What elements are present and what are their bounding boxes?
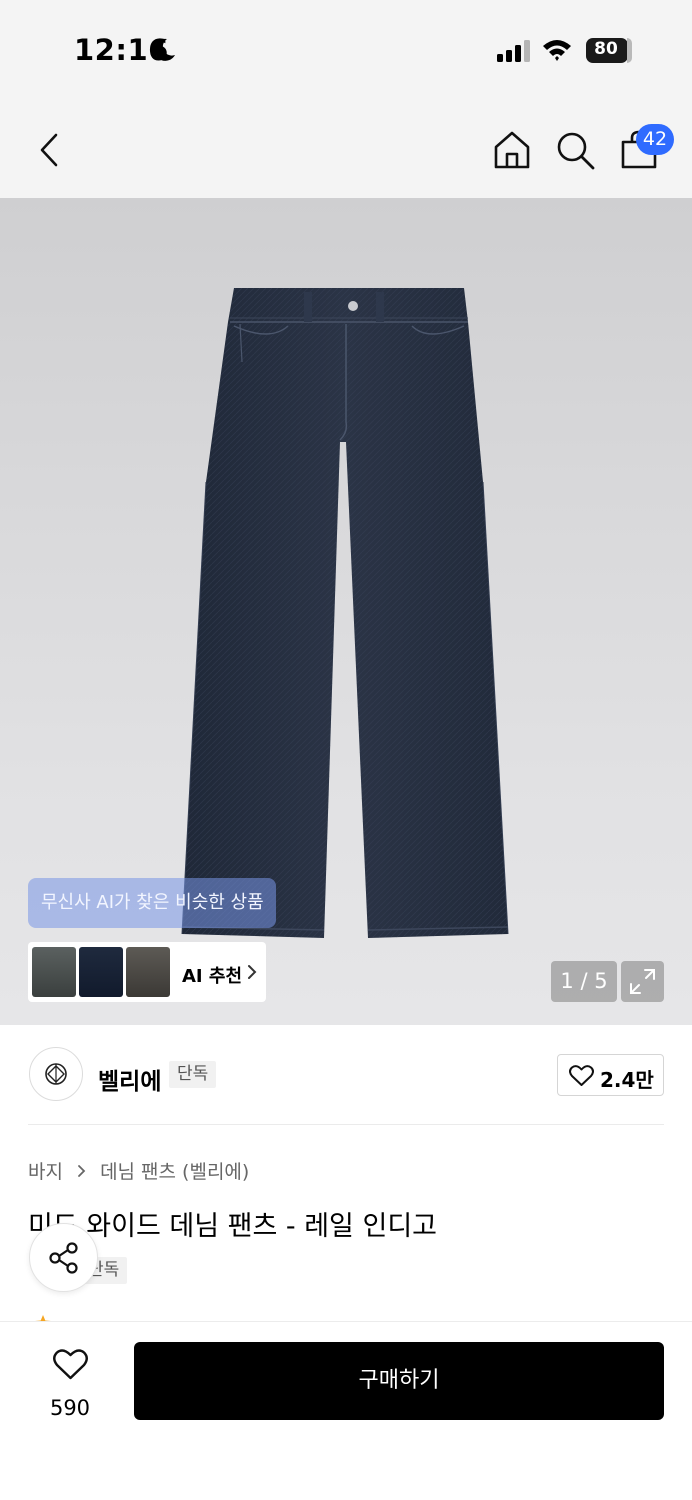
home-icon[interactable] xyxy=(492,130,532,170)
breadcrumb: 바지 데님 팬츠 (벨리에) xyxy=(28,1157,249,1184)
brand-name[interactable]: 벨리에 xyxy=(98,1062,161,1096)
heart-icon xyxy=(53,1349,88,1380)
expand-icon xyxy=(630,969,655,994)
breadcrumb-category[interactable]: 바지 xyxy=(28,1161,63,1183)
back-icon[interactable] xyxy=(36,132,62,168)
wifi-icon xyxy=(543,40,571,61)
ai-similar-tooltip: 무신사 AI가 찾은 비슷한 상품 xyxy=(28,878,276,928)
share-icon xyxy=(49,1242,78,1274)
expand-image-button[interactable] xyxy=(621,961,664,1002)
moon-icon xyxy=(154,38,175,61)
ai-thumb-2[interactable] xyxy=(79,947,123,997)
brand-row: 벨리에 단독 2.4만 xyxy=(0,1025,692,1125)
ai-thumb-3[interactable] xyxy=(126,947,170,997)
image-page-counter: 1 / 5 xyxy=(551,961,617,1002)
brand-like-count: 2.4만 xyxy=(600,1068,654,1092)
ai-thumb-1[interactable] xyxy=(32,947,76,997)
battery-level: 80 xyxy=(594,39,618,59)
breadcrumb-subcategory[interactable]: 데님 팬츠 (벨리에) xyxy=(100,1161,249,1183)
cart-count-badge: 42 xyxy=(636,124,674,155)
brand-like-button[interactable]: 2.4만 xyxy=(557,1054,664,1096)
wishlist-count: 590 xyxy=(49,1396,91,1420)
chevron-right-icon xyxy=(248,965,257,979)
top-nav-bar xyxy=(0,100,692,198)
divider xyxy=(28,1124,664,1125)
share-button[interactable] xyxy=(29,1223,98,1292)
product-image-jeans xyxy=(181,288,509,938)
brand-logo[interactable] xyxy=(29,1047,83,1101)
buy-button[interactable]: 구매하기 xyxy=(134,1342,664,1420)
ai-recommend-label: AI 추천 xyxy=(182,966,243,987)
bottom-action-bar: 590 구매하기 xyxy=(0,1321,692,1500)
chevron-right-icon xyxy=(78,1164,86,1177)
signal-icon xyxy=(497,40,530,62)
ai-recommend-button[interactable]: AI 추천 xyxy=(28,942,266,1002)
wishlist-button[interactable]: 590 xyxy=(34,1344,106,1434)
search-icon[interactable] xyxy=(556,131,596,171)
battery-indicator: 80 xyxy=(586,38,632,63)
heart-icon xyxy=(569,1065,594,1086)
exclusive-tag: 단독 xyxy=(169,1061,217,1088)
status-bar: 12:16 80 xyxy=(0,0,692,100)
